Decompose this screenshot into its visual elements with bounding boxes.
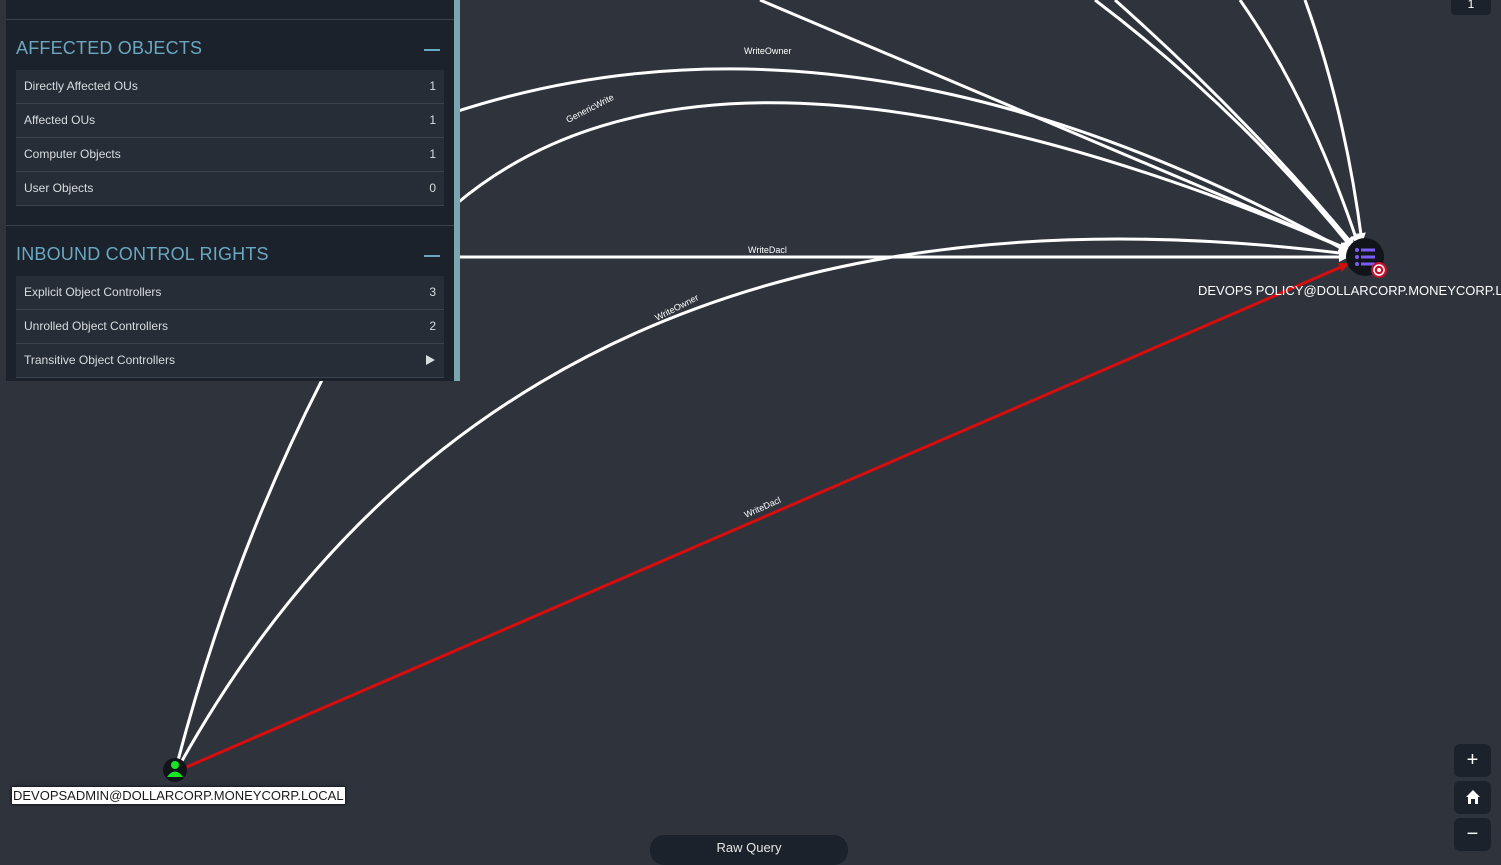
target-node-label[interactable]: DEVOPS POLICY@DOLLARCORP.MONEYCORP.LOCAL <box>1198 283 1501 298</box>
edge-label-genericwrite: GenericWrite <box>564 92 615 125</box>
row-directly-affected-ous[interactable]: Directly Affected OUs 1 <box>16 70 444 104</box>
row-count: 1 <box>429 113 436 127</box>
graph-edge[interactable] <box>454 101 1349 252</box>
target-icon <box>1371 262 1387 278</box>
row-count: 0 <box>429 181 436 195</box>
home-icon <box>1465 790 1480 804</box>
graph-edge[interactable] <box>1303 0 1366 243</box>
row-user-objects[interactable]: User Objects 0 <box>16 172 444 206</box>
affected-objects-section: AFFECTED OBJECTS Directly Affected OUs 1… <box>6 19 454 206</box>
row-label: Computer Objects <box>24 147 121 161</box>
inbound-control-rights-header[interactable]: INBOUND CONTROL RIGHTS <box>6 225 454 276</box>
expand-arrow-icon[interactable] <box>426 355 435 365</box>
graph-edge[interactable] <box>1094 0 1354 249</box>
user-node[interactable] <box>163 758 187 782</box>
section-title: AFFECTED OBJECTS <box>16 38 203 58</box>
collapse-icon[interactable] <box>424 49 440 51</box>
edge-label-writeowner-top: WriteOwner <box>744 46 791 56</box>
row-label: User Objects <box>24 181 94 195</box>
row-count: 1 <box>429 79 436 93</box>
row-label: Transitive Object Controllers <box>24 353 175 367</box>
zoom-out-button[interactable]: − <box>1454 818 1491 851</box>
zoom-in-button[interactable]: + <box>1454 744 1491 777</box>
graph-edge[interactable] <box>759 0 1351 252</box>
row-label: Directly Affected OUs <box>24 79 138 93</box>
edge-label-writedacl-mid: WriteDacl <box>748 245 787 255</box>
row-transitive-object-controllers[interactable]: Transitive Object Controllers <box>16 344 444 378</box>
raw-query-button[interactable]: Raw Query <box>650 835 848 865</box>
row-count: 2 <box>429 319 436 333</box>
source-node-label[interactable]: DEVOPSADMIN@DOLLARCORP.MONEYCORP.LOCAL <box>12 787 345 804</box>
home-button[interactable] <box>1454 781 1491 814</box>
edge-label-writeowner-mid: WriteOwner <box>653 292 700 322</box>
row-explicit-object-controllers[interactable]: Explicit Object Controllers 3 <box>16 276 444 310</box>
graph-edge[interactable] <box>174 379 324 769</box>
row-label: Affected OUs <box>24 113 96 127</box>
gpo-list-icon <box>1355 248 1375 266</box>
row-count: 1 <box>429 147 436 161</box>
row-computer-objects[interactable]: Computer Objects 1 <box>16 138 444 172</box>
row-affected-ous[interactable]: Affected OUs 1 <box>16 104 444 138</box>
row-label: Explicit Object Controllers <box>24 285 162 299</box>
top-right-button[interactable]: 1 <box>1451 0 1491 15</box>
row-label: Unrolled Object Controllers <box>24 319 169 333</box>
row-count: 3 <box>429 285 436 299</box>
node-info-panel: AFFECTED OBJECTS Directly Affected OUs 1… <box>6 0 460 381</box>
collapse-icon[interactable] <box>424 255 440 257</box>
inbound-control-rights-section: INBOUND CONTROL RIGHTS Explicit Object C… <box>6 225 454 378</box>
affected-objects-header[interactable]: AFFECTED OBJECTS <box>6 19 454 70</box>
graph-edge[interactable] <box>454 67 1349 254</box>
row-unrolled-object-controllers[interactable]: Unrolled Object Controllers 2 <box>16 310 444 344</box>
gpo-node[interactable] <box>1346 238 1387 278</box>
section-title: INBOUND CONTROL RIGHTS <box>16 244 269 264</box>
